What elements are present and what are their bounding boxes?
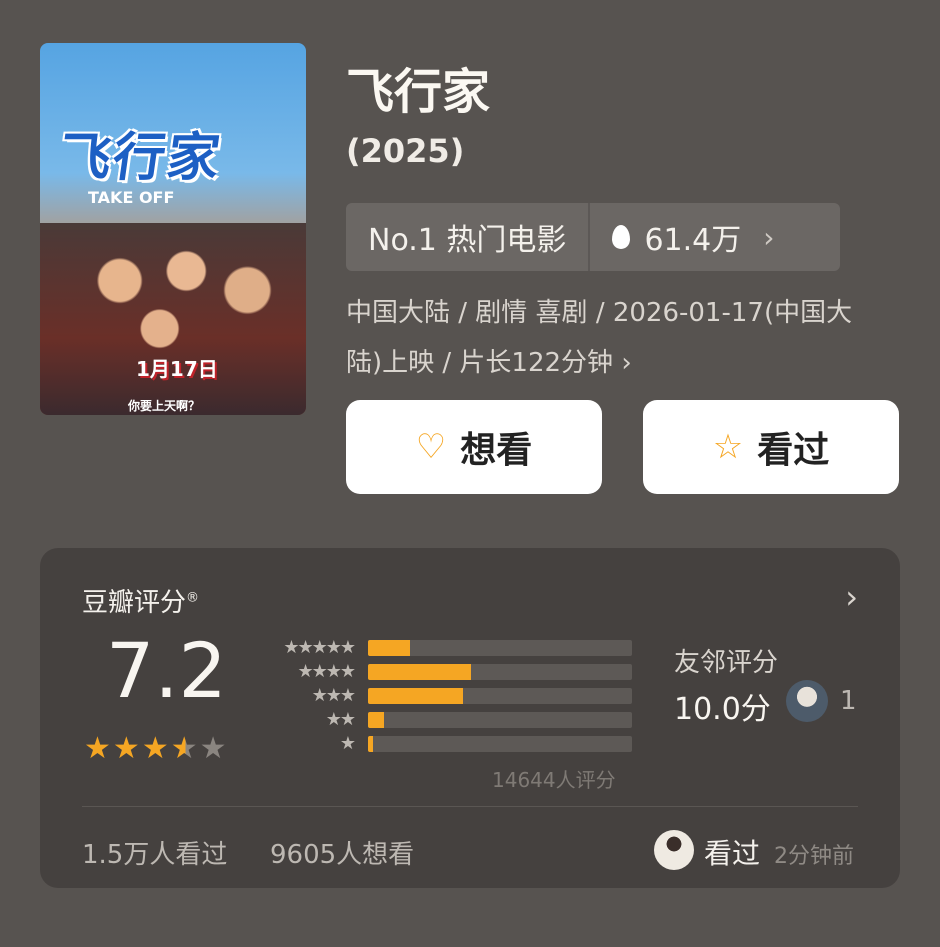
distribution-row: ★★★★ [258,660,632,684]
distribution-fill [368,688,464,704]
hot-rank-bar[interactable]: No.1 热门电影 61.4万 › [346,203,840,271]
rating-distribution: ★★★★★ ★★★★ ★★★ ★★ ★ [258,636,632,756]
divider [82,806,858,807]
rating-heading: 豆瓣评分® [82,582,199,619]
star-rating: ★★★★★ [84,731,229,766]
distribution-row: ★★ [258,708,632,732]
distribution-fill [368,664,471,680]
distribution-fill [368,712,384,728]
row-stars: ★★★★ [297,661,356,682]
row-stars: ★★ [325,709,356,730]
want-to-watch-button[interactable]: ♡ 想看 [346,400,602,494]
rating-heading-text: 豆瓣评分 [82,588,187,618]
star-icon: ★ [84,731,113,766]
user-avatar[interactable] [654,830,694,870]
chevron-right-icon: › [763,220,775,254]
movie-year: (2025) [346,132,465,170]
distribution-fill [368,640,411,656]
distribution-bar [368,688,632,704]
friend-avatar[interactable] [786,680,828,722]
want-label: 想看 [460,430,533,471]
movie-poster[interactable]: 飞行家 TAKE OFF 1月17日 你要上天啊？ [40,43,306,415]
star-empty-icon: ★ [199,731,229,766]
row-stars: ★ [339,733,356,754]
activity-label: 看过 [704,837,761,870]
distribution-row: ★★★★★ [258,636,632,660]
want-count: 9605人想看 [270,840,415,870]
movie-title: 飞行家 [346,64,491,120]
watched-button[interactable]: ☆ 看过 [643,400,899,494]
heat-value: 61.4万 [644,223,742,258]
heat-count: 61.4万 › [590,215,840,259]
movie-meta[interactable]: 中国大陆 / 剧情 喜剧 / 2026-01-17(中国大陆)上映 / 片长12… [346,288,886,388]
rating-card[interactable]: 豆瓣评分® › 7.2 ★★★★★ ★★★★★ ★★★★ ★★★ ★★ ★ 14… [40,548,900,888]
meta-text: 中国大陆 / 剧情 喜剧 / 2026-01-17(中国大陆)上映 / 片长12… [346,298,853,378]
friend-count: 1 [840,686,857,716]
registered-mark: ® [186,590,200,606]
heart-plus-icon: ♡ [415,427,447,467]
friend-rating-score: 10.0分 [674,692,771,727]
star-icon: ★ [112,731,142,766]
star-icon: ★ [141,731,171,766]
watched-count: 1.5万人看过 [82,840,228,870]
poster-date: 1月17日 [136,357,218,381]
rating-score: 7.2 [106,626,227,715]
distribution-fill [368,736,374,752]
distribution-bar [368,736,632,752]
distribution-bar [368,664,632,680]
friend-rating-label: 友邻评分 [674,648,779,678]
row-stars: ★★★ [311,685,356,706]
rating-count: 14644人评分 [492,768,616,792]
poster-logo: 飞行家 [55,128,226,188]
distribution-row: ★★★ [258,684,632,708]
seen-label: 看过 [757,430,830,471]
rank-label: No.1 热门电影 [368,223,567,258]
distribution-bar [368,640,632,656]
chevron-right-icon: › [621,348,632,378]
poster-tagline: 你要上天啊？ [128,399,201,413]
activity-time: 2分钟前 [774,844,854,869]
distribution-row: ★ [258,732,632,756]
star-icon: ☆ [712,427,744,467]
poster-cast-image [40,223,306,415]
distribution-bar [368,712,632,728]
flame-icon [612,225,631,249]
poster-subtitle: TAKE OFF [88,188,175,207]
half-star-icon: ★ [170,731,200,766]
row-stars: ★★★★★ [283,637,356,658]
chevron-right-icon[interactable]: › [845,578,858,616]
